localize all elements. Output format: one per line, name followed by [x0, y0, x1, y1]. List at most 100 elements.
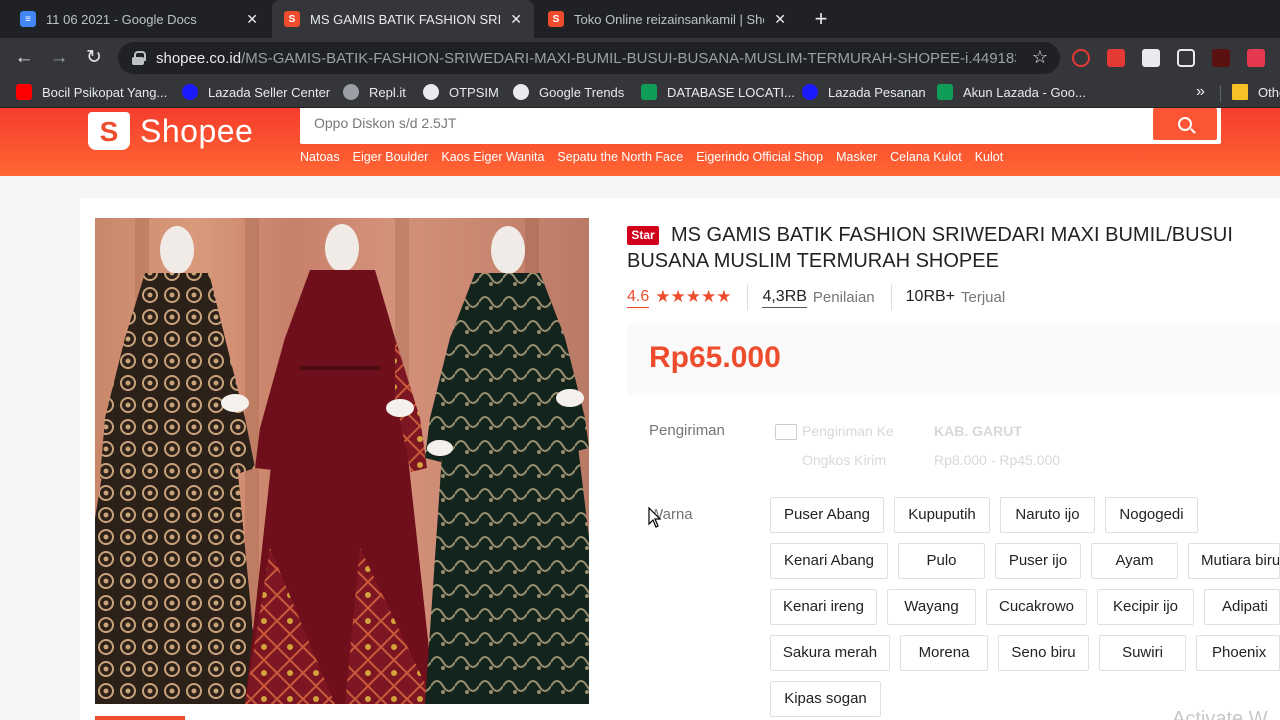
back-arrow-icon[interactable]: ← [12, 46, 36, 70]
replit-icon [343, 84, 359, 100]
suggestion-link[interactable]: Natoas [300, 150, 340, 164]
shipping-destination-dropdown[interactable]: KAB. GARUT [934, 423, 1022, 439]
bookmark-item[interactable]: Repl.it [343, 84, 406, 100]
activate-windows-watermark: Activate W [1172, 708, 1268, 720]
camera-extension-icon[interactable] [1247, 49, 1265, 67]
bookmark-item[interactable]: Lazada Seller Center [182, 84, 330, 100]
rating-count[interactable]: 4,3RB [762, 287, 807, 308]
variant-option[interactable]: Suwiri [1099, 635, 1186, 671]
globe-icon [423, 84, 439, 100]
price-box: Rp65.000 [627, 323, 1280, 395]
bookmark-item[interactable]: Bocil Psikopat Yang... [16, 84, 167, 100]
variant-option[interactable]: Morena [900, 635, 988, 671]
variant-option[interactable]: Nogogedi [1105, 497, 1198, 533]
suggestion-link[interactable]: Eiger Boulder [353, 150, 429, 164]
shipping-to-label: Pengiriman Ke [802, 423, 894, 439]
address-bar[interactable]: shopee.co.id/MS-GAMIS-BATIK-FASHION-SRIW… [118, 42, 1060, 74]
new-tab-plus-icon[interactable]: + [808, 6, 834, 32]
variant-option[interactable]: Adipati [1204, 589, 1280, 625]
bookmark-item[interactable]: OTPSIM [423, 84, 499, 100]
lazada-icon [802, 84, 818, 100]
variant-option[interactable]: Wayang [887, 589, 976, 625]
variant-option[interactable]: Kenari ireng [770, 589, 877, 625]
url-text[interactable]: shopee.co.id/MS-GAMIS-BATIK-FASHION-SRIW… [156, 50, 1016, 67]
close-icon[interactable]: ✕ [774, 11, 786, 28]
shipping-cost-dropdown[interactable]: Rp8.000 - Rp45.000 [934, 452, 1060, 468]
search-bar [300, 108, 1221, 144]
search-suggestions: Natoas Eiger Boulder Kaos Eiger Wanita S… [300, 150, 1016, 164]
close-icon[interactable]: ✕ [246, 11, 258, 28]
suggestion-link[interactable]: Celana Kulot [890, 150, 962, 164]
tab-title: Toko Online reizainsankamil | Shopee Ind… [574, 11, 764, 27]
shopee-icon: S [548, 11, 564, 27]
document-extension-icon[interactable] [1142, 49, 1160, 67]
variant-option[interactable]: Kecipir ijo [1097, 589, 1194, 625]
globe-icon [513, 84, 529, 100]
bookmark-item[interactable]: Othe [1232, 84, 1280, 100]
rating-stars-icon: ★★★★★ [655, 287, 732, 306]
sold-label: Terjual [961, 288, 1006, 306]
mouse-cursor-icon [648, 507, 662, 528]
shopee-bag-icon: S [88, 112, 130, 150]
close-icon[interactable]: ✕ [510, 11, 522, 28]
bookmark-star-icon[interactable]: ☆ [1032, 47, 1048, 68]
variant-option[interactable]: Ayam [1091, 543, 1178, 579]
suggestion-link[interactable]: Kulot [975, 150, 1004, 164]
product-image[interactable] [95, 218, 589, 704]
tab-shopee-store[interactable]: S Toko Online reizainsankamil | Shopee I… [536, 0, 798, 38]
dress-illustration [95, 224, 589, 704]
variant-option[interactable]: Mutiara biru [1188, 543, 1280, 579]
variant-option[interactable]: Kipas sogan [770, 681, 881, 717]
forward-arrow-icon[interactable]: → [47, 46, 71, 70]
variant-option[interactable]: Cucakrowo [986, 589, 1087, 625]
variant-option[interactable]: Kenari Abang [770, 543, 888, 579]
video-extension-icon[interactable] [1107, 49, 1125, 67]
sheets-icon [641, 84, 657, 100]
suggestion-link[interactable]: Masker [836, 150, 877, 164]
sold-count: 10RB+ [905, 288, 956, 305]
bookmark-item[interactable]: Akun Lazada - Goo... [937, 84, 1086, 100]
suggestion-link[interactable]: Eigerindo Official Shop [696, 150, 823, 164]
search-input[interactable] [300, 108, 1152, 138]
variant-option[interactable]: Pulo [898, 543, 985, 579]
tab-title: MS GAMIS BATIK FASHION SRIWEDARI MAXI BU… [310, 11, 501, 27]
variant-option[interactable]: Naruto ijo [1000, 497, 1095, 533]
image-thumbnail-indicator [95, 716, 185, 720]
rating-value[interactable]: 4.6 [627, 287, 650, 308]
browser-tab-strip: ≡ 11 06 2021 - Google Docs ✕ S MS GAMIS … [0, 0, 1280, 38]
bookmark-separator [1220, 85, 1221, 102]
google-docs-icon: ≡ [20, 11, 36, 27]
dark-extension-icon[interactable] [1212, 49, 1230, 67]
variant-option[interactable]: Kupuputih [894, 497, 990, 533]
variant-option[interactable]: Sakura merah [770, 635, 890, 671]
product-title: MS GAMIS BATIK FASHION SRIWEDARI MAXI BU… [627, 224, 1233, 272]
tab-shopee-product[interactable]: S MS GAMIS BATIK FASHION SRIWEDARI MAXI … [272, 0, 534, 38]
lock-icon [132, 51, 146, 65]
shopee-logo[interactable]: S Shopee [88, 112, 253, 150]
variant-option[interactable]: Phoenix [1196, 635, 1280, 671]
suggestion-link[interactable]: Kaos Eiger Wanita [441, 150, 544, 164]
bookmark-item[interactable]: Google Trends [513, 84, 624, 100]
tab-google-docs[interactable]: ≡ 11 06 2021 - Google Docs ✕ [8, 0, 270, 38]
reload-icon[interactable]: ↻ [82, 46, 106, 70]
shopee-header: S Shopee Natoas Eiger Boulder Kaos Eiger… [0, 108, 1280, 176]
shopee-icon: S [284, 11, 300, 27]
glasses-extension-icon[interactable] [1177, 49, 1195, 67]
shipping-label: Pengiriman [649, 422, 725, 439]
lazada-icon [182, 84, 198, 100]
opera-extension-icon[interactable] [1072, 49, 1090, 67]
variant-option[interactable]: Puser Abang [770, 497, 884, 533]
bookmark-item[interactable]: Lazada Pesanan [802, 84, 926, 100]
bookmarks-bar: Bocil Psikopat Yang... Lazada Seller Cen… [0, 78, 1280, 108]
bookmark-item[interactable]: DATABASE LOCATI... [641, 84, 795, 100]
shipping-cost-label: Ongkos Kirim [802, 452, 887, 468]
variant-option[interactable]: Puser ijo [995, 543, 1081, 579]
truck-icon [775, 424, 797, 440]
rating-row: 4.6 ★★★★★ 4,3RB Penilaian 10RB+ Terjual [627, 284, 1006, 310]
browser-toolbar: ← → ↻ shopee.co.id/MS-GAMIS-BATIK-FASHIO… [0, 38, 1280, 78]
variant-option[interactable]: Seno biru [998, 635, 1089, 671]
bookmarks-overflow-icon[interactable]: » [1196, 83, 1205, 101]
search-button[interactable] [1153, 108, 1217, 140]
divider [890, 284, 892, 310]
suggestion-link[interactable]: Sepatu the North Face [557, 150, 683, 164]
